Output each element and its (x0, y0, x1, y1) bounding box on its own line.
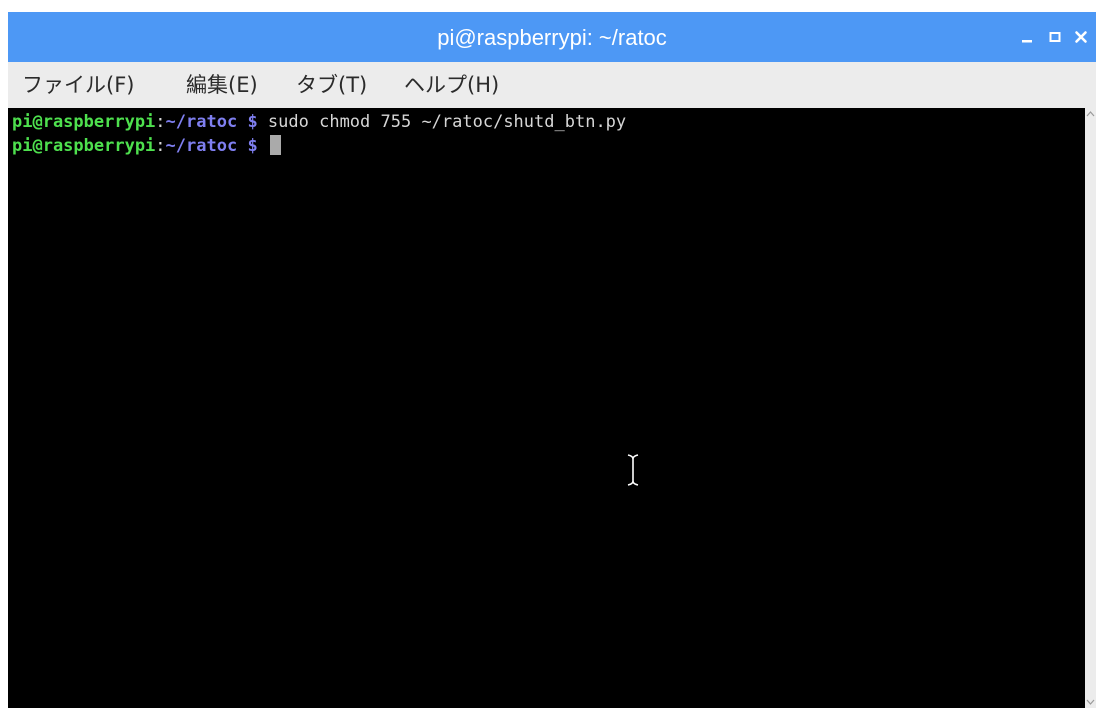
prompt-symbol: $ (237, 136, 258, 156)
terminal-line: pi@raspberrypi:~/ratoc $ sudo chmod 755 … (12, 110, 626, 134)
scroll-up-arrow-icon[interactable] (1086, 110, 1095, 119)
scroll-down-arrow-icon[interactable] (1086, 697, 1095, 706)
prompt-separator: : (155, 112, 166, 132)
close-button[interactable] (1070, 26, 1092, 48)
prompt-path: ~/ratoc (165, 136, 238, 156)
prompt-separator: : (155, 136, 166, 156)
prompt-symbol: $ (237, 112, 258, 132)
menu-help[interactable]: ヘルプ(H) (404, 71, 499, 99)
menu-tabs[interactable]: タブ(T) (296, 71, 367, 99)
menu-file[interactable]: ファイル(F) (22, 71, 134, 99)
prompt-path: ~/ratoc (165, 112, 238, 132)
terminal-output[interactable]: pi@raspberrypi:~/ratoc $ sudo chmod 755 … (8, 108, 1085, 708)
text-cursor-icon (627, 454, 639, 486)
terminal-window: pi@raspberrypi: ~/ratoc ファイル(F) 編集(E) タブ… (8, 12, 1096, 708)
command-text: sudo chmod 755 ~/ratoc/shutd_btn.py (257, 112, 627, 132)
menu-edit[interactable]: 編集(E) (186, 71, 258, 99)
menu-bar: ファイル(F) 編集(E) タブ(T) ヘルプ(H) (8, 62, 1096, 107)
command-input[interactable] (258, 136, 268, 156)
terminal-line: pi@raspberrypi:~/ratoc $ (12, 134, 281, 158)
vertical-scrollbar[interactable] (1085, 108, 1096, 708)
maximize-button[interactable] (1044, 26, 1066, 48)
close-icon (1075, 31, 1087, 43)
minimize-icon (1022, 40, 1032, 43)
text-cursor-block (269, 135, 281, 155)
prompt-user-host: pi@raspberrypi (12, 112, 156, 132)
window-title: pi@raspberrypi: ~/ratoc (437, 25, 667, 50)
title-bar[interactable]: pi@raspberrypi: ~/ratoc (8, 12, 1096, 62)
prompt-user-host: pi@raspberrypi (12, 136, 156, 156)
minimize-button[interactable] (1016, 26, 1038, 48)
maximize-icon (1049, 32, 1061, 42)
